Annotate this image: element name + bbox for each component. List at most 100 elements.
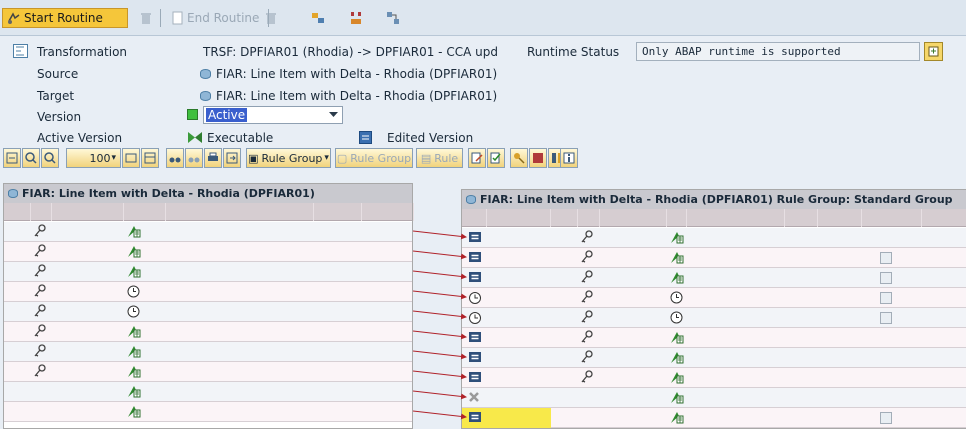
rule-button[interactable]: ▤ Rule bbox=[416, 148, 463, 168]
length-cell bbox=[362, 382, 414, 402]
source-table-row[interactable] bbox=[4, 402, 412, 422]
source-column-header[interactable] bbox=[362, 203, 414, 221]
target-column-header[interactable] bbox=[818, 209, 862, 227]
runtime-settings-button[interactable] bbox=[924, 42, 943, 61]
length-cell bbox=[818, 328, 862, 348]
trash-icon[interactable] bbox=[264, 11, 278, 25]
source-table-row[interactable] bbox=[4, 382, 412, 402]
position-cell bbox=[551, 368, 578, 388]
integrity-checkbox[interactable] bbox=[880, 312, 892, 324]
source-table-row[interactable] bbox=[4, 262, 412, 282]
source-table-row[interactable] bbox=[4, 302, 412, 322]
edit-button[interactable] bbox=[468, 148, 486, 168]
rule-cell[interactable] bbox=[462, 368, 487, 388]
hierarchy-icon[interactable] bbox=[349, 11, 363, 25]
target-table-row[interactable] bbox=[462, 248, 966, 268]
integrity-cell[interactable] bbox=[862, 368, 922, 388]
target-table-row[interactable] bbox=[462, 268, 966, 288]
integrity-cell[interactable] bbox=[862, 308, 922, 328]
check-button[interactable] bbox=[487, 148, 505, 168]
target-column-header[interactable] bbox=[667, 209, 687, 227]
structure-icon[interactable] bbox=[386, 11, 400, 25]
integrity-cell[interactable] bbox=[862, 248, 922, 268]
source-table-row[interactable] bbox=[4, 362, 412, 382]
info-button[interactable] bbox=[560, 148, 578, 168]
source-column-header[interactable] bbox=[52, 203, 124, 221]
clock-icon bbox=[670, 311, 683, 324]
target-table-row[interactable] bbox=[462, 328, 966, 348]
print-button[interactable] bbox=[204, 148, 222, 168]
source-column-header[interactable] bbox=[124, 203, 166, 221]
trash-icon[interactable] bbox=[139, 11, 153, 25]
rule-cell[interactable] bbox=[462, 268, 487, 288]
integrity-cell[interactable] bbox=[862, 388, 922, 408]
length-cell bbox=[362, 342, 414, 362]
target-column-header[interactable] bbox=[687, 209, 785, 227]
target-column-header[interactable] bbox=[600, 209, 667, 227]
target-table-row[interactable] bbox=[462, 228, 966, 248]
rule-cell[interactable] bbox=[462, 288, 487, 308]
zoom-level-select[interactable]: 100 ▾ bbox=[66, 148, 121, 168]
infoobject-cell bbox=[600, 308, 667, 328]
source-table-row[interactable] bbox=[4, 322, 412, 342]
find-button[interactable] bbox=[166, 148, 184, 168]
rule-group-delete-button[interactable]: ▢ Rule Group bbox=[335, 148, 413, 168]
source-table-row[interactable] bbox=[4, 282, 412, 302]
data-type-cell bbox=[314, 222, 362, 242]
source-column-header[interactable] bbox=[4, 203, 31, 221]
rule-cell[interactable] bbox=[462, 408, 487, 428]
settings-grid-button[interactable] bbox=[3, 148, 21, 168]
integrity-cell[interactable] bbox=[862, 348, 922, 368]
length-cell bbox=[818, 308, 862, 328]
integrity-checkbox[interactable] bbox=[880, 272, 892, 284]
target-column-header[interactable] bbox=[578, 209, 600, 227]
target-column-header[interactable] bbox=[487, 209, 551, 227]
rule-cell[interactable] bbox=[462, 308, 487, 328]
source-column-header[interactable] bbox=[314, 203, 362, 221]
target-column-header[interactable] bbox=[551, 209, 578, 227]
target-column-header[interactable] bbox=[462, 209, 487, 227]
rule-cell[interactable] bbox=[462, 348, 487, 368]
zoom-out-button[interactable] bbox=[41, 148, 59, 168]
rule-cell[interactable] bbox=[462, 228, 487, 248]
source-table-row[interactable] bbox=[4, 342, 412, 362]
layout-button[interactable] bbox=[141, 148, 159, 168]
rule-cell[interactable] bbox=[462, 328, 487, 348]
infoobject-cell bbox=[52, 222, 124, 242]
integrity-checkbox[interactable] bbox=[880, 292, 892, 304]
target-table-row[interactable] bbox=[462, 368, 966, 388]
target-table-row[interactable] bbox=[462, 288, 966, 308]
length-cell bbox=[362, 242, 414, 262]
key-button[interactable] bbox=[510, 148, 528, 168]
key-cell bbox=[578, 408, 600, 428]
integrity-cell[interactable] bbox=[862, 288, 922, 308]
integrity-cell[interactable] bbox=[862, 228, 922, 248]
integrity-checkbox[interactable] bbox=[880, 412, 892, 424]
target-table-row[interactable] bbox=[462, 308, 966, 328]
target-column-header[interactable] bbox=[785, 209, 818, 227]
transfer-icon[interactable] bbox=[311, 11, 325, 25]
source-column-header[interactable] bbox=[31, 203, 52, 221]
source-table-row[interactable] bbox=[4, 222, 412, 242]
source-table-row[interactable] bbox=[4, 242, 412, 262]
end-routine-button[interactable]: End Routine bbox=[166, 8, 263, 28]
target-column-header[interactable] bbox=[862, 209, 922, 227]
rule-cell[interactable] bbox=[462, 388, 487, 408]
target-table-row[interactable] bbox=[462, 388, 966, 408]
zoom-in-button[interactable] bbox=[22, 148, 40, 168]
delete-button[interactable] bbox=[529, 148, 547, 168]
integrity-cell[interactable] bbox=[862, 328, 922, 348]
find-next-button[interactable] bbox=[185, 148, 203, 168]
fit-view-button[interactable] bbox=[122, 148, 140, 168]
target-table-row[interactable] bbox=[462, 408, 966, 428]
integrity-cell[interactable] bbox=[862, 408, 922, 428]
integrity-cell[interactable] bbox=[862, 268, 922, 288]
source-column-header[interactable] bbox=[166, 203, 314, 221]
rule-cell[interactable] bbox=[462, 248, 487, 268]
integrity-checkbox[interactable] bbox=[880, 252, 892, 264]
version-select[interactable]: Active bbox=[203, 106, 343, 124]
rule-group-button[interactable]: ▣ Rule Group ▾ bbox=[246, 148, 331, 168]
target-table-row[interactable] bbox=[462, 348, 966, 368]
export-button[interactable] bbox=[223, 148, 241, 168]
start-routine-button[interactable]: Start Routine bbox=[2, 8, 128, 28]
